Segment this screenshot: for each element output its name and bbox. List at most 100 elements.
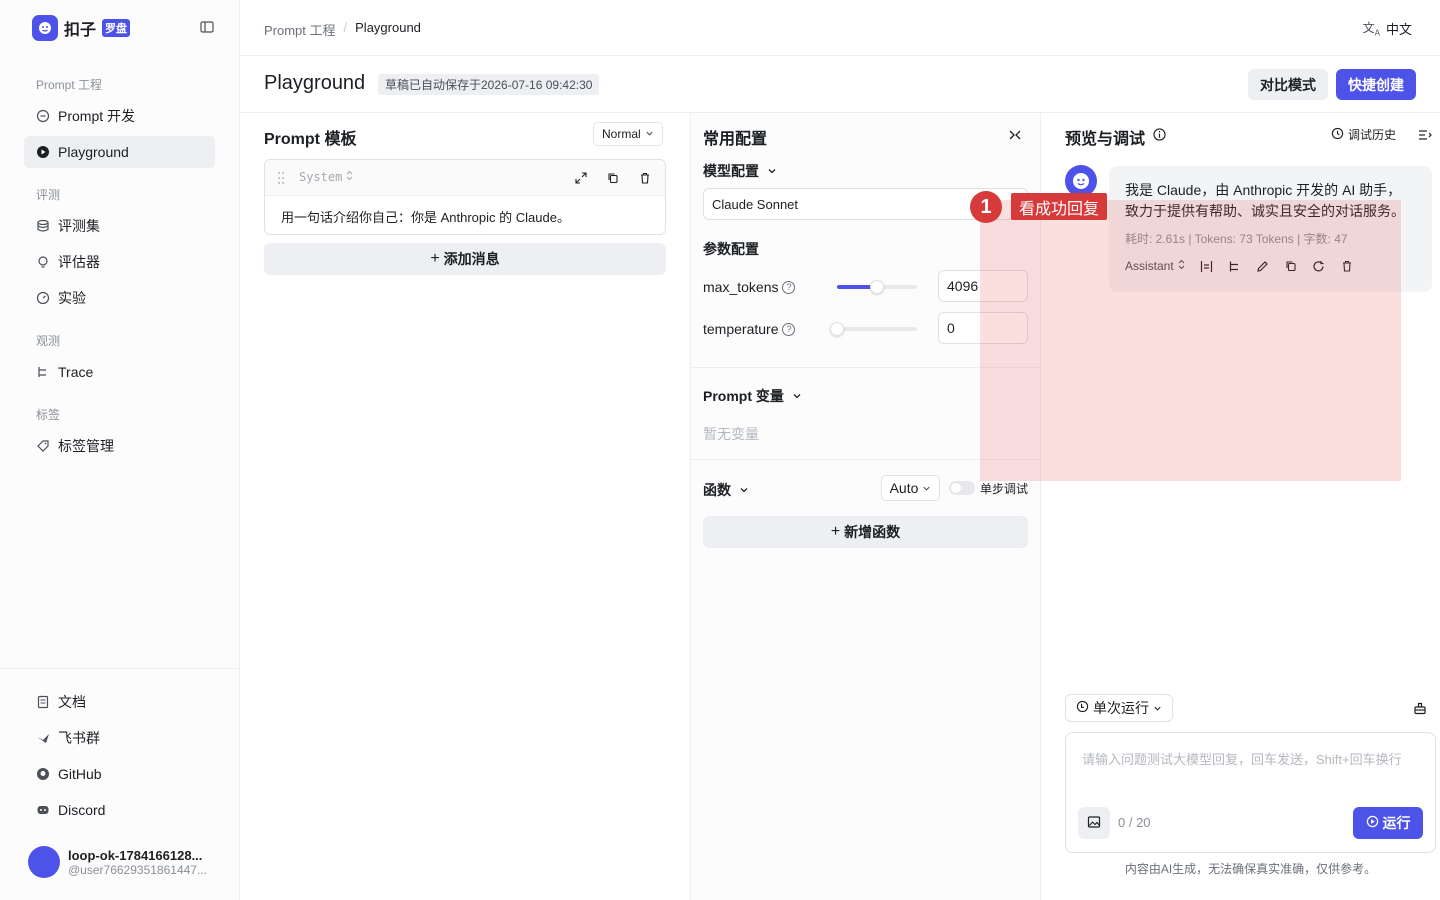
sidebar-item-trace[interactable]: Trace bbox=[24, 356, 215, 388]
panel-title: Prompt 模板 bbox=[264, 131, 357, 148]
param-name: max_tokens bbox=[703, 279, 779, 295]
chevron-down-icon bbox=[645, 127, 654, 141]
chat-input[interactable] bbox=[1082, 749, 1422, 789]
max-tokens-slider[interactable] bbox=[837, 280, 917, 294]
add-function-button[interactable]: + 新增函数 bbox=[703, 516, 1028, 548]
section-title: 函数 bbox=[703, 482, 731, 498]
params-section-title: 参数配置 bbox=[703, 239, 759, 259]
chevron-down-icon bbox=[1153, 700, 1162, 716]
top-bar: Prompt 工程 / Playground 文A 中文 bbox=[240, 0, 1440, 56]
function-mode-value: Auto bbox=[889, 480, 919, 496]
breadcrumb-item[interactable]: Prompt 工程 bbox=[264, 20, 336, 39]
discord-icon bbox=[36, 803, 50, 817]
slider-thumb[interactable] bbox=[830, 322, 844, 336]
sidebar-item-experiment[interactable]: 实验 bbox=[24, 282, 215, 314]
quick-create-button[interactable]: 快捷创建 bbox=[1336, 69, 1416, 100]
breadcrumb: Prompt 工程 / Playground bbox=[264, 20, 421, 39]
help-icon[interactable]: ? bbox=[782, 322, 796, 336]
model-config-toggle[interactable]: 模型配置 bbox=[703, 161, 777, 181]
drag-handle-icon[interactable] bbox=[277, 171, 285, 185]
message-role-value: System bbox=[299, 170, 343, 184]
expand-icon[interactable] bbox=[575, 171, 589, 185]
sidebar-item-prompt-dev[interactable]: Prompt 开发 bbox=[24, 100, 215, 132]
translate-icon: 文A bbox=[1362, 21, 1380, 38]
document-icon bbox=[36, 695, 50, 709]
annotation-label: 看成功回复 bbox=[1011, 193, 1108, 220]
sidebar-item-label: Prompt 开发 bbox=[58, 108, 136, 124]
logo-icon bbox=[32, 15, 58, 41]
message-content[interactable]: 用一句话介绍你自己：你是 Anthropic 的 Claude。 bbox=[265, 196, 665, 237]
step-debug-toggle[interactable] bbox=[949, 481, 975, 495]
sidebar-item-docs[interactable]: 文档 bbox=[24, 686, 215, 718]
sidebar-item-discord[interactable]: Discord bbox=[24, 794, 215, 826]
section-title: Prompt 变量 bbox=[703, 388, 784, 404]
prompt-mode-select[interactable]: Normal bbox=[593, 122, 663, 146]
history-icon bbox=[1331, 127, 1344, 143]
add-message-button[interactable]: + 添加消息 bbox=[264, 243, 666, 275]
prompt-vars-toggle[interactable]: Prompt 变量 bbox=[703, 386, 802, 406]
user-handle: @user76629351861447... bbox=[68, 862, 207, 877]
chat-input-box: 0 / 20 运行 bbox=[1065, 732, 1436, 853]
collapse-panel-icon[interactable] bbox=[1008, 128, 1022, 144]
clear-icon[interactable] bbox=[1413, 701, 1427, 718]
run-button[interactable]: 运行 bbox=[1353, 807, 1423, 839]
param-label-temperature: temperature ? bbox=[703, 321, 796, 337]
compare-mode-button[interactable]: 对比模式 bbox=[1248, 69, 1328, 100]
tag-icon bbox=[36, 439, 50, 453]
sidebar-item-playground[interactable]: Playground bbox=[24, 136, 215, 168]
play-circle-icon bbox=[1366, 815, 1379, 831]
run-mode-value: 单次运行 bbox=[1093, 700, 1149, 716]
sidebar-item-tags[interactable]: 标签管理 bbox=[24, 430, 215, 462]
panel-title: 预览与调试 bbox=[1065, 131, 1146, 148]
sidebar-item-label: 评测集 bbox=[58, 218, 100, 234]
section-title: 参数配置 bbox=[703, 241, 759, 257]
user-name: loop-ok-1784166128... bbox=[68, 847, 203, 863]
input-value: 0 bbox=[947, 320, 955, 336]
chevron-updown-icon bbox=[345, 170, 354, 184]
page-title: Playground bbox=[264, 72, 366, 94]
model-value: Claude Sonnet bbox=[712, 196, 799, 212]
brand-name: 扣子 bbox=[64, 22, 97, 39]
sidebar-divider bbox=[0, 668, 240, 669]
delete-icon[interactable] bbox=[639, 171, 653, 185]
param-name: temperature bbox=[703, 321, 779, 337]
sidebar-item-label: Trace bbox=[58, 364, 94, 380]
sidebar-item-evaluator[interactable]: 评估器 bbox=[24, 246, 215, 278]
sidebar-item-label: 标签管理 bbox=[58, 438, 114, 454]
sidebar-item-github[interactable]: GitHub bbox=[24, 758, 215, 790]
chevron-down-icon bbox=[922, 480, 931, 496]
nav-group-observe: 观测 bbox=[36, 334, 61, 348]
sidebar-item-label: 评估器 bbox=[58, 254, 100, 270]
upload-image-button[interactable] bbox=[1078, 807, 1110, 839]
nav-group-prompt: Prompt 工程 bbox=[36, 78, 103, 92]
history-label: 调试历史 bbox=[1348, 128, 1397, 142]
debug-history-button[interactable]: 调试历史 bbox=[1331, 126, 1396, 143]
message-role-select[interactable]: System bbox=[299, 170, 354, 184]
run-mode-select[interactable]: 单次运行 bbox=[1065, 694, 1173, 722]
copy-icon[interactable] bbox=[607, 171, 621, 185]
language-switch[interactable]: 文A 中文 bbox=[1363, 19, 1412, 38]
info-icon[interactable] bbox=[1153, 128, 1166, 146]
trace-icon bbox=[36, 365, 50, 379]
message-card: System 用一句话介绍你自己：你是 Anthropic 的 Claude。 bbox=[264, 159, 666, 235]
bulb-icon bbox=[36, 255, 50, 269]
sidebar-item-eval-set[interactable]: 评测集 bbox=[24, 210, 215, 242]
function-mode-select[interactable]: Auto bbox=[881, 475, 940, 501]
menu-icon[interactable] bbox=[1418, 128, 1432, 144]
logo[interactable]: 扣子 罗盘 bbox=[32, 15, 131, 41]
image-icon bbox=[1087, 815, 1101, 832]
sidebar-item-feishu[interactable]: 飞书群 bbox=[24, 722, 215, 754]
title-bar: Playground 草稿已自动保存于2026-07-16 09:42:30 对… bbox=[240, 56, 1440, 113]
sidebar-collapse-icon[interactable] bbox=[200, 20, 216, 36]
slider-thumb[interactable] bbox=[870, 280, 884, 294]
help-icon[interactable]: ? bbox=[782, 280, 796, 294]
brand-badge: 罗盘 bbox=[102, 19, 131, 37]
ai-disclaimer: 内容由AI生成，无法确保真实准确，仅供参考。 bbox=[1124, 862, 1377, 876]
language-label: 中文 bbox=[1385, 22, 1412, 37]
plus-icon: + bbox=[830, 523, 841, 540]
temperature-slider[interactable] bbox=[830, 322, 917, 336]
draft-status-badge: 草稿已自动保存于2026-07-16 09:42:30 bbox=[378, 74, 600, 95]
section-title: 模型配置 bbox=[703, 163, 759, 179]
user-profile[interactable]: loop-ok-1784166128... @user7662935186144… bbox=[28, 846, 213, 878]
functions-toggle[interactable]: 函数 bbox=[703, 480, 749, 500]
